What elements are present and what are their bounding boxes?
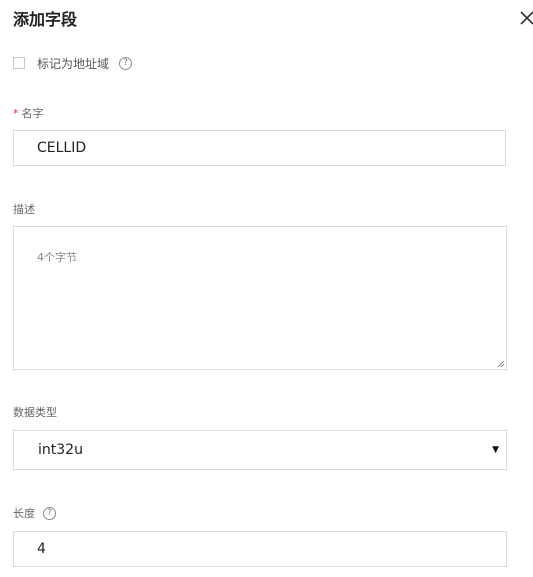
data-type-select[interactable]: int32u ▼	[13, 430, 507, 470]
length-label: 长度	[13, 507, 35, 520]
required-mark: *	[13, 106, 19, 120]
data-type-value: int32u	[38, 442, 83, 458]
address-field-label: 标记为地址域	[37, 56, 110, 71]
address-field-row: 标记为地址域 ?	[13, 54, 133, 72]
data-type-label: 数据类型	[13, 406, 57, 419]
help-icon[interactable]: ?	[119, 56, 133, 70]
length-label-row: 长度 ?	[13, 505, 56, 521]
description-textarea[interactable]: 4个字节	[13, 226, 507, 370]
dialog-title: 添加字段	[13, 10, 78, 29]
address-field-checkbox[interactable]	[13, 57, 25, 69]
help-icon[interactable]: ?	[43, 506, 56, 520]
close-icon[interactable]	[519, 10, 533, 26]
name-label: 名字	[21, 107, 44, 120]
name-input[interactable]: CELLID	[13, 130, 506, 166]
description-placeholder: 4个字节	[37, 251, 77, 264]
resize-grip-icon[interactable]	[496, 359, 505, 368]
name-label-row: * 名字	[13, 105, 44, 121]
length-input[interactable]: 4	[13, 531, 507, 567]
description-label: 描述	[13, 203, 35, 216]
dropdown-arrow-icon: ▼	[492, 445, 499, 455]
